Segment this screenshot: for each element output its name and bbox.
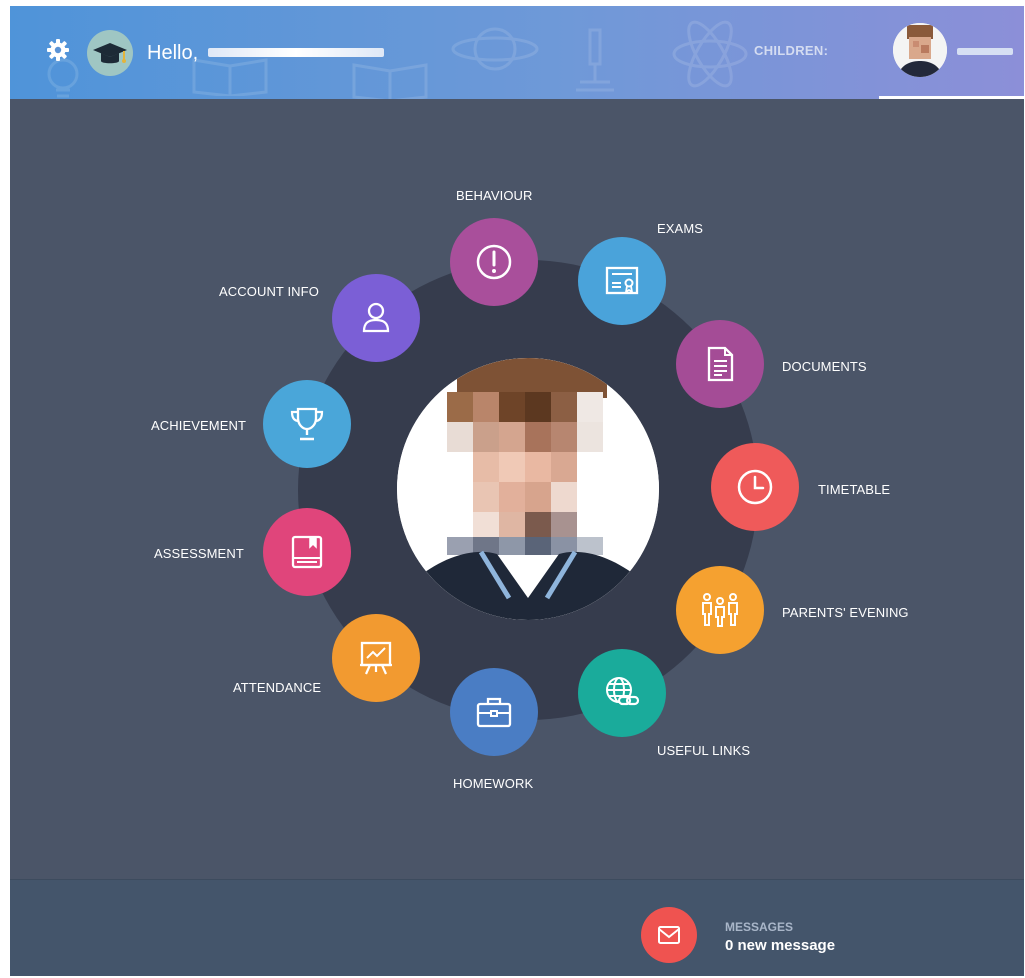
book-doodle-icon	[352, 63, 428, 99]
certificate-icon	[605, 266, 639, 295]
exams-label: EXAMS	[657, 221, 704, 236]
exams-button[interactable]	[578, 237, 666, 325]
child-avatar	[893, 23, 947, 77]
people-icon	[702, 593, 738, 627]
school-logo	[87, 30, 133, 76]
achievement-label: ACHIEVEMENT	[151, 418, 247, 433]
header-bar: Hello, CHILDREN:	[10, 6, 1024, 99]
child-selector-tab[interactable]	[879, 6, 1024, 99]
greeting-text: Hello,	[147, 42, 199, 64]
book-icon	[291, 535, 323, 569]
exclamation-icon	[476, 244, 512, 280]
messages-button[interactable]	[641, 907, 697, 963]
envelope-icon	[658, 926, 680, 944]
account-info-label: ACCOUNT INFO	[219, 284, 319, 299]
presentation-board-icon	[360, 641, 392, 675]
achievement-button[interactable]	[263, 380, 351, 468]
assessment-label: ASSESSMENT	[154, 546, 244, 561]
children-label: CHILDREN:	[754, 43, 829, 58]
timetable-button[interactable]	[711, 443, 799, 531]
app-frame: Hello, CHILDREN: BEHAVIOUR EXAMS DOCUMEN…	[10, 6, 1024, 976]
behaviour-label: BEHAVIOUR	[456, 188, 533, 203]
user-icon	[362, 302, 390, 333]
redacted-user-name	[208, 48, 384, 57]
clock-icon	[737, 469, 773, 505]
homework-label: HOMEWORK	[453, 776, 534, 791]
atom-doodle-icon	[672, 20, 748, 88]
documents-button[interactable]	[676, 320, 764, 408]
footer-bar: MESSAGES 0 new message	[10, 879, 1024, 976]
trophy-icon	[290, 407, 324, 441]
assessment-button[interactable]	[263, 508, 351, 596]
student-photo	[397, 358, 659, 620]
useful-links-button[interactable]	[578, 649, 666, 737]
graduation-cap-icon	[93, 43, 127, 64]
parents-evening-button[interactable]	[676, 566, 764, 654]
homework-button[interactable]	[450, 668, 538, 756]
useful-links-label: USEFUL LINKS	[657, 743, 751, 758]
attendance-button[interactable]	[332, 614, 420, 702]
documents-label: DOCUMENTS	[782, 359, 867, 374]
messages-count[interactable]: 0 new message	[725, 937, 835, 954]
timetable-label: TIMETABLE	[818, 482, 891, 497]
document-icon	[707, 346, 734, 382]
messages-title: MESSAGES	[725, 920, 794, 934]
book-doodle-icon	[192, 58, 268, 96]
microscope-doodle-icon	[576, 28, 614, 92]
planet-doodle-icon	[451, 27, 539, 71]
parents-evening-label: PARENTS' EVENING	[782, 605, 909, 620]
globe-link-icon	[606, 677, 640, 706]
gear-icon	[47, 39, 69, 61]
active-tab-indicator	[879, 96, 1024, 99]
briefcase-icon	[476, 697, 512, 728]
redacted-child-name	[957, 48, 1013, 55]
attendance-label: ATTENDANCE	[233, 680, 322, 695]
behaviour-button[interactable]	[450, 218, 538, 306]
settings-button[interactable]	[46, 38, 70, 62]
account-info-button[interactable]	[332, 274, 420, 362]
